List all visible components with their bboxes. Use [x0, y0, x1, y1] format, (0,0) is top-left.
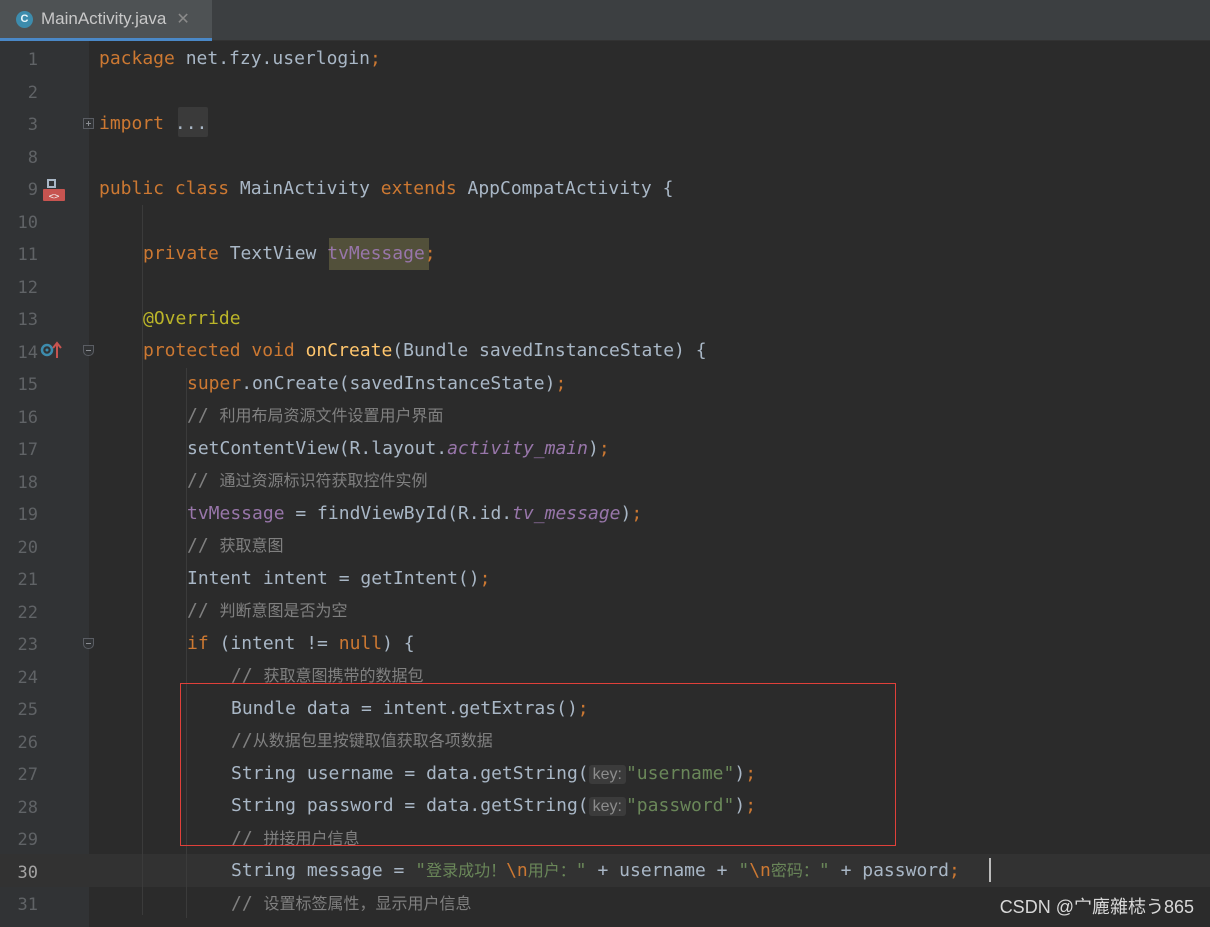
line-number: 16 — [17, 407, 38, 428]
line-number: 24 — [17, 667, 38, 688]
code-line-3: import ... — [99, 113, 208, 134]
tab-mainactivity-java[interactable]: C MainActivity.java ✕ — [0, 0, 212, 41]
line-number: 26 — [17, 732, 38, 753]
line-number: 27 — [17, 765, 38, 785]
override-method-icon[interactable] — [40, 340, 64, 360]
line-number: 29 — [17, 830, 38, 850]
line-number: 10 — [17, 212, 38, 233]
java-class-icon: C — [16, 10, 33, 28]
line-number: 9 — [27, 180, 38, 200]
code-line-14: protected void onCreate(Bundle savedInst… — [143, 340, 707, 361]
code-line-13: @Override — [143, 308, 241, 329]
code-line-21: Intent intent = getIntent(); — [187, 568, 491, 589]
line-number: 30 — [17, 862, 38, 883]
line-number: 13 — [17, 310, 38, 330]
fold-collapse-icon[interactable] — [83, 638, 94, 649]
line-number: 12 — [17, 277, 38, 298]
folded-imports[interactable]: ... — [175, 113, 208, 134]
tab-title: MainActivity.java — [41, 9, 167, 28]
line-number: 11 — [17, 245, 38, 265]
code-line-20: // 获取意图 — [187, 535, 284, 556]
line-number: 8 — [27, 147, 38, 168]
line-number: 18 — [17, 472, 38, 493]
line-number: 15 — [17, 375, 38, 395]
code-line-23: if (intent != null) { — [187, 633, 415, 654]
line-number: 3 — [27, 115, 38, 135]
line-number: 31 — [17, 895, 38, 915]
class-override-icon[interactable]: <> — [41, 177, 67, 203]
code-line-11: private TextView tvMessage; — [143, 243, 436, 264]
line-number: 20 — [17, 537, 38, 558]
line-number: 28 — [17, 797, 38, 818]
code-line-18: // 通过资源标识符获取控件实例 — [187, 470, 428, 491]
line-number: 25 — [17, 700, 38, 720]
line-number: 1 — [27, 50, 38, 70]
fold-expand-icon[interactable] — [83, 118, 94, 129]
line-number: 14 — [17, 342, 38, 363]
code-line-15: super.onCreate(savedInstanceState); — [187, 373, 567, 394]
code-line-22: // 判断意图是否为空 — [187, 600, 348, 621]
code-line-16: // 利用布局资源文件设置用户界面 — [187, 405, 444, 426]
line-number: 23 — [17, 635, 38, 655]
line-number: 2 — [27, 82, 38, 103]
annotation-highlight-box — [180, 683, 896, 846]
watermark: CSDN @宀廘雜梽う865 — [999, 897, 1194, 917]
line-number: 21 — [17, 570, 38, 590]
code-line-31: // 设置标签属性，显示用户信息 — [231, 893, 472, 914]
editor-tab-bar: C MainActivity.java ✕ — [0, 0, 1210, 41]
line-number: 17 — [17, 440, 38, 460]
text-caret — [989, 858, 991, 882]
code-line-1: package net.fzy.userlogin; — [99, 48, 381, 69]
line-number: 22 — [17, 602, 38, 623]
code-line-19: tvMessage = findViewById(R.id.tv_message… — [187, 503, 643, 524]
code-line-17: setContentView(R.layout.activity_main); — [187, 438, 610, 459]
svg-text:<>: <> — [49, 192, 60, 202]
code-line-9: public class MainActivity extends AppCom… — [99, 178, 674, 199]
line-number: 19 — [17, 505, 38, 525]
code-line-30: String message = "登录成功！\n用户：" + username… — [231, 860, 960, 881]
fold-collapse-icon[interactable] — [83, 345, 94, 356]
close-icon[interactable]: ✕ — [176, 9, 189, 29]
